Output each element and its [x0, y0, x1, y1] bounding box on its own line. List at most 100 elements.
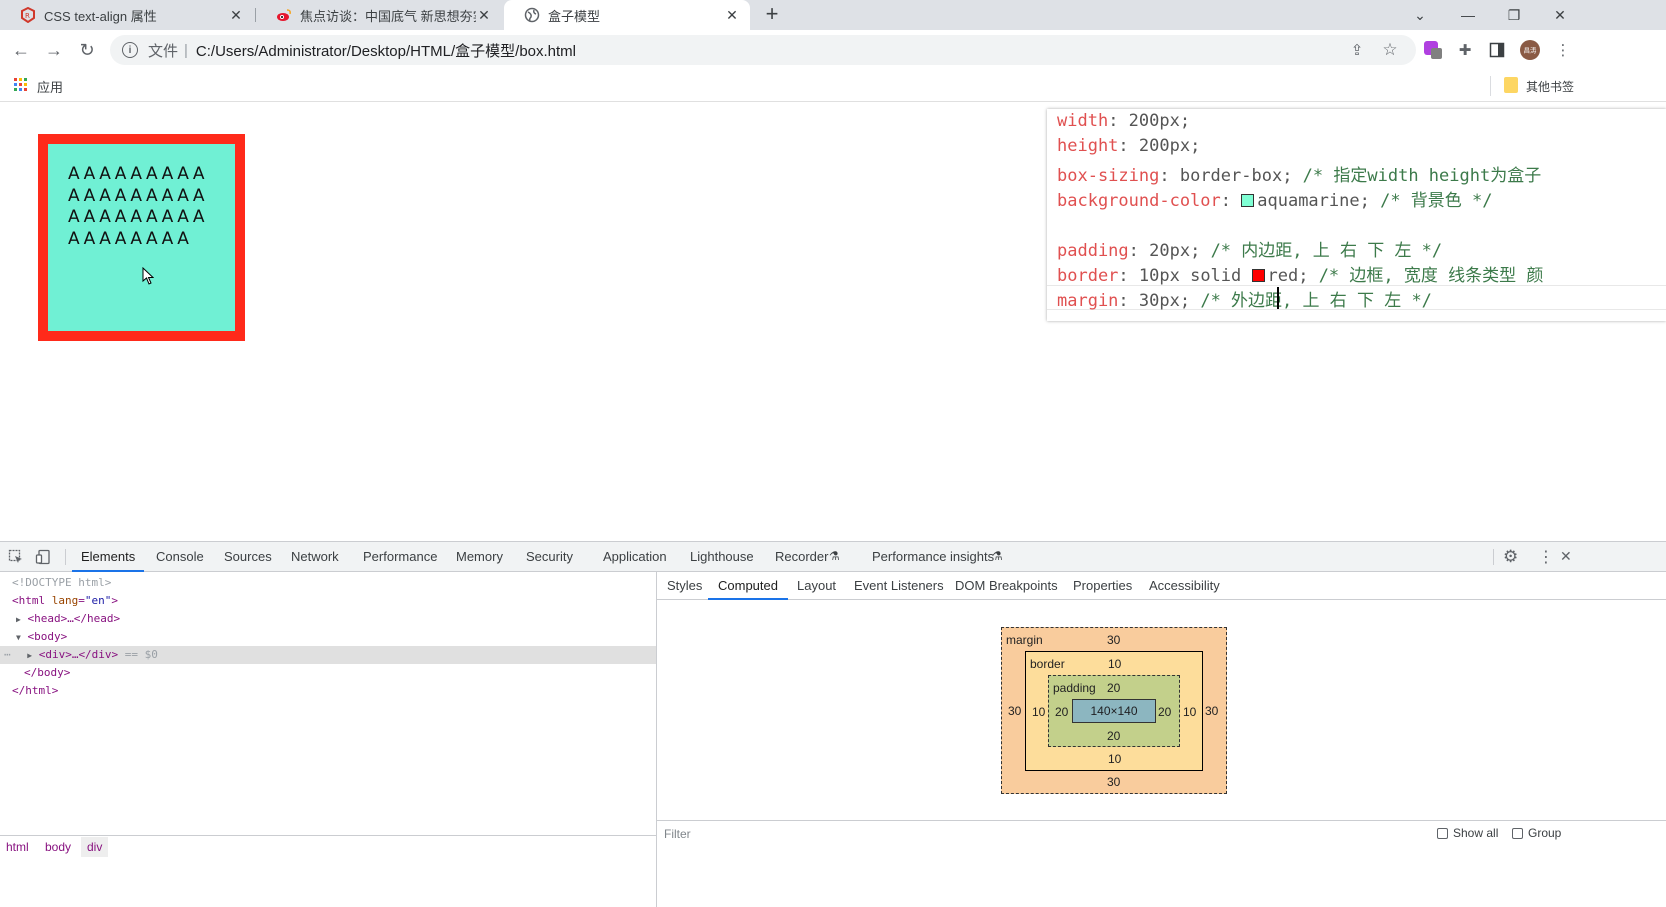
tab-performance[interactable]: Performance — [363, 542, 437, 572]
settings-gear-icon[interactable]: ⚙ — [1503, 547, 1518, 567]
border-label: border — [1030, 657, 1065, 671]
bookmarks-divider — [1490, 76, 1491, 96]
tab-network[interactable]: Network — [291, 542, 339, 572]
minimize-button[interactable]: — — [1445, 0, 1491, 30]
tab-layout[interactable]: Layout — [797, 572, 836, 600]
breadcrumb-body[interactable]: body — [45, 840, 71, 854]
breadcrumb: html body div — [0, 835, 656, 859]
close-tab-icon[interactable]: ✕ — [476, 7, 492, 24]
box-model-padding[interactable]: padding 20 20 20 20 140×140 — [1048, 675, 1180, 747]
dom-node[interactable]: ▶ <head>…</head> — [0, 610, 656, 628]
border-left: 10 — [1032, 705, 1046, 719]
side-panel-icon[interactable] — [1487, 40, 1507, 60]
bookmark-star-icon[interactable]: ☆ — [1380, 40, 1400, 60]
tab-memory[interactable]: Memory — [456, 542, 503, 572]
border-right: 10 — [1183, 705, 1197, 719]
site-info-icon[interactable]: i — [122, 42, 138, 58]
filter-bar: Filter Show all Group — [657, 820, 1666, 848]
tab-styles[interactable]: Styles — [667, 572, 702, 600]
new-tab-button[interactable]: + — [761, 2, 783, 28]
other-bookmarks[interactable]: 其他书签 — [1526, 78, 1574, 95]
tab-elements[interactable]: Elements — [72, 542, 145, 572]
filter-input[interactable]: Filter — [664, 827, 691, 841]
tab-properties[interactable]: Properties — [1073, 572, 1132, 600]
dom-node[interactable]: <!DOCTYPE html> — [0, 574, 656, 592]
dom-node[interactable]: <html lang="en"> — [0, 592, 656, 610]
border-top: 10 — [1108, 657, 1122, 671]
dom-node[interactable]: ▼ <body> — [0, 628, 656, 646]
tab-event-listeners[interactable]: Event Listeners — [854, 572, 944, 600]
expand-triangle-icon[interactable]: ▶ — [27, 651, 32, 660]
breadcrumb-div[interactable]: div — [81, 837, 109, 857]
more-dots-icon[interactable]: ⋯ — [4, 648, 11, 661]
folder-icon — [1504, 77, 1518, 93]
collapse-triangle-icon[interactable]: ▼ — [16, 633, 21, 642]
tab-console[interactable]: Console — [156, 542, 204, 572]
runoob-icon: R — [20, 7, 36, 23]
forward-icon[interactable]: → — [40, 36, 68, 64]
extensions-puzzle-icon[interactable]: ✚ — [1455, 40, 1475, 60]
tab-search-icon[interactable]: ⌄ — [1397, 0, 1443, 30]
box-text: AAAAAAAAAAAAAAAAAAAAAAAAAAAAAAAAAAA — [68, 164, 208, 249]
device-toolbar-icon[interactable] — [35, 549, 51, 568]
tab-title: 盒子模型 — [548, 8, 601, 24]
box-model-border[interactable]: border 10 10 10 10 padding 20 20 20 20 1… — [1025, 651, 1203, 771]
box-model-margin[interactable]: margin 30 30 30 30 border 10 10 10 10 pa… — [1001, 627, 1227, 794]
reload-icon[interactable]: ↻ — [73, 36, 101, 64]
apps-bookmark[interactable]: 应用 — [37, 77, 63, 96]
weibo-icon — [276, 7, 292, 23]
tab-application[interactable]: Application — [603, 542, 667, 572]
apps-grid-icon[interactable] — [14, 78, 28, 92]
close-tab-icon[interactable]: ✕ — [228, 7, 244, 24]
tab-performance-insights[interactable]: Performance insights — [872, 542, 994, 572]
address-url: C:/Users/Administrator/Desktop/HTML/盒子模型… — [195, 42, 577, 60]
padding-bottom: 20 — [1107, 729, 1121, 743]
close-devtools-icon[interactable]: ✕ — [1560, 548, 1572, 565]
dom-node-selected[interactable]: ⋯ ▶ <div>…</div> == $0 — [0, 646, 656, 664]
breadcrumb-html[interactable]: html — [6, 840, 29, 854]
group-checkbox[interactable] — [1512, 828, 1523, 839]
page-viewport: AAAAAAAAAAAAAAAAAAAAAAAAAAAAAAAAAAA widt… — [0, 103, 1666, 541]
dom-node[interactable]: </html> — [0, 682, 656, 700]
inspect-element-icon[interactable] — [8, 549, 24, 568]
close-window-button[interactable]: ✕ — [1537, 0, 1583, 30]
tab-sources[interactable]: Sources — [224, 542, 272, 572]
show-all-checkbox[interactable] — [1437, 828, 1448, 839]
devtools-tabbar: Elements Console Sources Network Perform… — [0, 542, 1666, 572]
color-swatch[interactable] — [1241, 194, 1255, 207]
svg-text:昌涛: 昌涛 — [1524, 46, 1537, 55]
expand-triangle-icon[interactable]: ▶ — [16, 615, 21, 624]
globe-icon — [524, 7, 540, 23]
tab-computed[interactable]: Computed — [708, 572, 788, 600]
share-icon[interactable]: ⇪ — [1347, 40, 1367, 60]
address-separator: | — [184, 41, 188, 59]
address-bar[interactable]: i 文件 | C:/Users/Administrator/Desktop/HT… — [110, 35, 1416, 65]
profile-avatar[interactable]: 昌涛 — [1520, 40, 1540, 60]
border-bottom: 10 — [1108, 752, 1122, 766]
tab-recorder[interactable]: Recorder — [775, 542, 828, 572]
devtools-panel: Elements Console Sources Network Perform… — [0, 541, 1666, 907]
dom-node[interactable]: </body> — [0, 664, 656, 682]
back-icon[interactable]: ← — [7, 36, 35, 64]
tab-css-text-align[interactable]: R CSS text-align 属性 ✕ — [0, 0, 254, 30]
devtools-menu-icon[interactable]: ⋮ — [1538, 547, 1554, 567]
margin-left: 30 — [1008, 704, 1022, 718]
svg-text:R: R — [25, 12, 30, 20]
demo-box: AAAAAAAAAAAAAAAAAAAAAAAAAAAAAAAAAAA — [38, 134, 245, 341]
tab-security[interactable]: Security — [526, 542, 573, 572]
tab-news[interactable]: 焦点访谈：中国底气 新思想夯实 ✕ — [256, 0, 502, 30]
padding-top: 20 — [1107, 681, 1121, 695]
box-model-content[interactable]: 140×140 — [1072, 699, 1156, 723]
tab-accessibility[interactable]: Accessibility — [1149, 572, 1220, 600]
restore-button[interactable]: ❐ — [1491, 0, 1537, 30]
color-swatch[interactable] — [1251, 269, 1265, 282]
close-tab-icon[interactable]: ✕ — [724, 7, 740, 24]
menu-kebab-icon[interactable]: ⋮ — [1553, 40, 1573, 60]
extension-color-icon[interactable] — [1423, 40, 1443, 60]
browser-toolbar: ← → ↻ i 文件 | C:/Users/Administrator/Desk… — [0, 30, 1666, 70]
tab-lighthouse[interactable]: Lighthouse — [690, 542, 754, 572]
address-scheme: 文件 — [148, 42, 179, 60]
tab-dom-breakpoints[interactable]: DOM Breakpoints — [955, 572, 1058, 600]
tab-box-model[interactable]: 盒子模型 ✕ — [504, 0, 750, 30]
tab-strip: R CSS text-align 属性 ✕ 焦点访谈：中国底气 新思想夯实 ✕ … — [0, 0, 1666, 30]
